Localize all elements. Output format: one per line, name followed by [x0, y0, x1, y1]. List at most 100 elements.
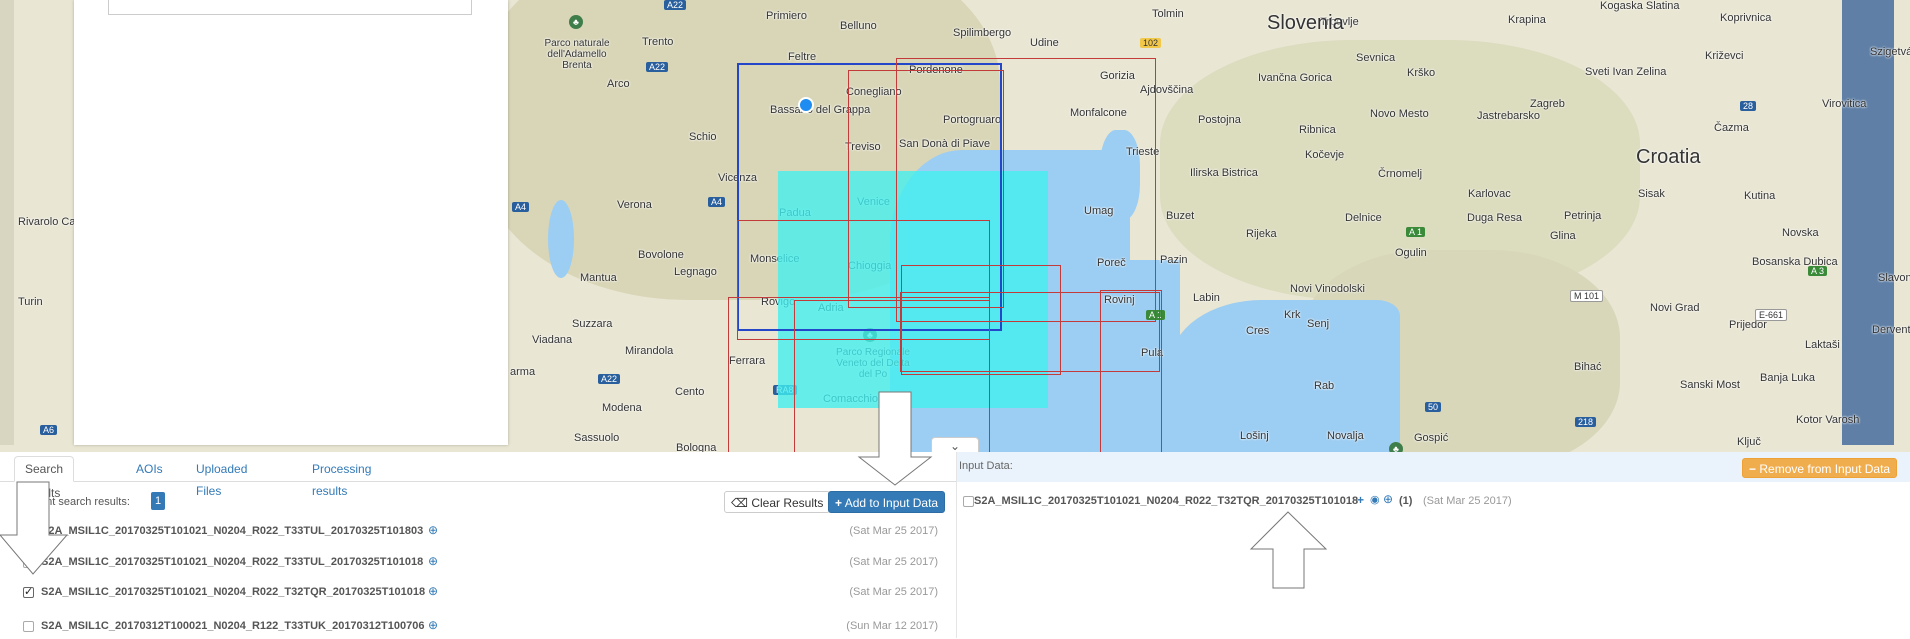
- place-label: Sisak: [1638, 188, 1665, 200]
- remove-input-label: Remove from Input Data: [1759, 462, 1891, 476]
- magnifier-plus-icon[interactable]: ⊕: [1383, 492, 1393, 506]
- clear-results-button[interactable]: ⌫ Clear Results: [724, 491, 831, 513]
- place-label: Križevci: [1705, 50, 1744, 62]
- place-label: Viadana: [532, 334, 573, 346]
- plus-icon[interactable]: +: [1357, 493, 1364, 507]
- place-label: Gospić: [1414, 432, 1449, 444]
- map-edge-left: [0, 0, 14, 445]
- place-label: Novi Vinodolski: [1290, 283, 1366, 295]
- road-shield: A22: [598, 374, 621, 384]
- place-label: Karlovac: [1468, 188, 1511, 200]
- place-label: Sassuolo: [574, 432, 620, 444]
- input-item-date: (Sat Mar 25 2017): [1423, 495, 1512, 507]
- place-label: Virovitica: [1822, 98, 1867, 110]
- result-checkbox[interactable]: [23, 585, 34, 598]
- place-label: Ilirska Bistrica: [1190, 167, 1258, 179]
- add-to-input-data-button[interactable]: + Add to Input Data: [828, 491, 946, 513]
- road-shield: A6: [40, 425, 58, 435]
- place-label: Suzzara: [572, 318, 613, 330]
- place-label: Spilimbergo: [953, 27, 1012, 39]
- place-label: Bihać: [1574, 361, 1602, 373]
- input-data-item[interactable]: S2A_MSIL1C_20170325T101021_N0204_R022_T3…: [957, 492, 1910, 514]
- road-shield: A22: [646, 62, 669, 72]
- place-label: Krk: [1284, 309, 1301, 321]
- place-label: Cres: [1246, 325, 1270, 337]
- map-view[interactable]: Primiero Belluno Spilimbergo Udine Tolmin Trb…: [0, 0, 1910, 452]
- magnifier-plus-icon[interactable]: ⊕: [428, 584, 438, 598]
- place-label: Verona: [617, 199, 652, 211]
- eraser-icon: ⌫: [731, 496, 748, 510]
- place-label: Bologna: [676, 442, 717, 452]
- result-date: (Sat Mar 25 2017): [849, 556, 938, 568]
- place-label: Arco: [607, 78, 630, 90]
- place-label: Modena: [602, 402, 642, 414]
- place-label: Kotor Varosh: [1796, 414, 1860, 426]
- result-checkbox[interactable]: [23, 621, 34, 632]
- place-label: Petrinja: [1564, 210, 1602, 222]
- tab-processing-results[interactable]: Processing results: [312, 458, 371, 498]
- result-row[interactable]: S2A_MSIL1C_20170325T101021_N0204_R022_T3…: [0, 583, 956, 605]
- result-name: S2A_MSIL1C_20170312T100021_N0204_R122_T3…: [41, 620, 425, 632]
- tab-search-results[interactable]: Search results: [14, 456, 75, 500]
- result-name: S2A_MSIL1C_20170325T101021_N0204_R022_T3…: [41, 525, 424, 537]
- kvarner-gulf: [1170, 300, 1400, 452]
- road-shield: 28: [1740, 101, 1757, 111]
- magnifier-plus-icon[interactable]: ⊕: [428, 554, 438, 568]
- result-date: (Sat Mar 25 2017): [849, 586, 938, 598]
- place-label: Čazma: [1714, 122, 1749, 134]
- place-label: Trento: [642, 36, 674, 48]
- place-label: Legnago: [674, 266, 717, 278]
- place-label: Postojna: [1198, 114, 1241, 126]
- eye-icon[interactable]: ◉: [1370, 493, 1380, 506]
- input-item-checkbox[interactable]: [963, 496, 974, 507]
- place-label: Buzet: [1166, 210, 1195, 222]
- place-label: Duga Resa: [1467, 212, 1523, 224]
- road-shield: M 101: [1570, 290, 1604, 302]
- place-label: Bovolone: [638, 249, 684, 261]
- clear-results-label: Clear Results: [751, 496, 824, 510]
- road-shield: A4: [512, 202, 530, 212]
- place-label: Banja Luka: [1760, 372, 1816, 384]
- place-label: Cento: [675, 386, 705, 398]
- place-label: Delnice: [1345, 212, 1382, 224]
- result-date: (Sun Mar 12 2017): [846, 620, 938, 632]
- result-checkbox[interactable]: [23, 526, 34, 537]
- result-row[interactable]: S2A_MSIL1C_20170325T101021_N0204_R022_T3…: [0, 522, 956, 544]
- place-label: Mantua: [580, 272, 617, 284]
- plus-icon: +: [835, 496, 843, 510]
- location-marker[interactable]: [798, 97, 814, 113]
- road-shield: A22: [664, 0, 687, 10]
- panel-input-field[interactable]: [108, 0, 472, 15]
- results-label: ent search results:: [40, 496, 130, 508]
- magnifier-plus-icon[interactable]: ⊕: [428, 618, 438, 632]
- input-item-name: S2A_MSIL1C_20170325T101021_N0204_R022_T3…: [974, 495, 1359, 507]
- place-label: Sveti Ivan Zelina: [1585, 66, 1667, 78]
- place-label: Novalja: [1327, 430, 1364, 442]
- footprint-red-8[interactable]: [1100, 290, 1162, 452]
- place-label: Kočevje: [1305, 149, 1345, 161]
- remove-from-input-data-button[interactable]: − Remove from Input Data: [1742, 458, 1898, 478]
- collapse-panel-button[interactable]: ⌄: [931, 437, 979, 452]
- road-shield: A 3: [1808, 266, 1828, 276]
- place-label: Primiero: [766, 10, 807, 22]
- place-label: Labin: [1193, 292, 1220, 304]
- road-shield: A 1: [1406, 227, 1426, 237]
- place-label: Zagreb: [1530, 98, 1565, 110]
- tab-uploaded-files[interactable]: Uploaded Files: [196, 458, 247, 498]
- country-label-croatia: Croatia: [1636, 146, 1701, 168]
- place-label: Slavon: [1878, 272, 1910, 284]
- place-label: Szigetvár: [1870, 46, 1910, 58]
- result-row[interactable]: S2A_MSIL1C_20170312T100021_N0204_R122_T3…: [0, 617, 956, 639]
- input-data-pane: Input Data: − Remove from Input Data S2A…: [957, 452, 1910, 638]
- place-label: Krapina: [1508, 14, 1546, 26]
- place-label: Ribnica: [1299, 124, 1336, 136]
- place-label: Turin: [18, 296, 43, 308]
- magnifier-plus-icon[interactable]: ⊕: [428, 523, 438, 537]
- result-checkbox[interactable]: [23, 557, 34, 568]
- result-row[interactable]: S2A_MSIL1C_20170325T101021_N0204_R022_T3…: [0, 553, 956, 575]
- place-label: Krško: [1407, 67, 1436, 79]
- place-label: Schio: [689, 131, 717, 143]
- park-icon: ♣: [1389, 442, 1403, 452]
- place-label: Kogaska Slatina: [1600, 0, 1680, 12]
- tab-aois[interactable]: AOIs: [136, 458, 163, 480]
